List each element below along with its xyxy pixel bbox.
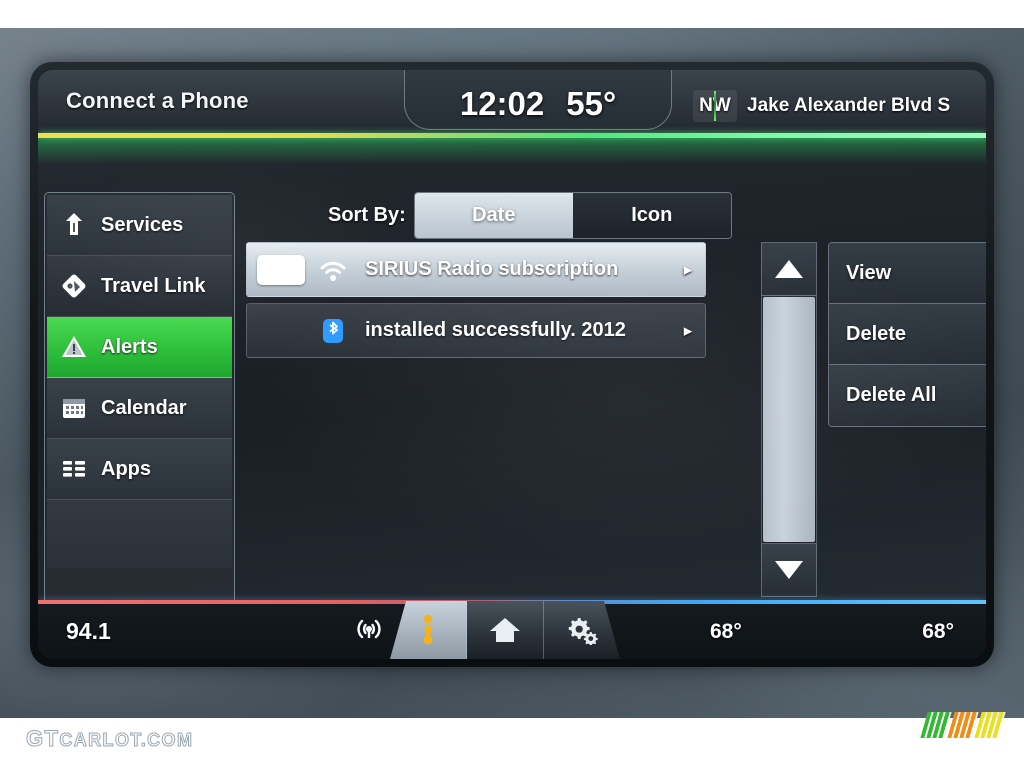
sort-option-icon[interactable]: Icon	[572, 193, 731, 238]
sidebar-item-alerts[interactable]: Alerts	[47, 317, 232, 378]
road-sign-icon	[59, 210, 89, 240]
delete-all-button[interactable]: Delete All	[829, 365, 986, 426]
delete-button[interactable]: Delete	[829, 304, 986, 365]
sidebar-item-label: Alerts	[101, 335, 158, 358]
sidebar-item-label: Apps	[101, 457, 151, 480]
temperature-passenger[interactable]: 68°	[922, 620, 954, 644]
clock-temperature-pod[interactable]: 12:02 55°	[404, 70, 672, 130]
infotainment-screen: Connect a Phone 12:02 55° NW Jake Alexan…	[38, 70, 986, 659]
temperature-driver[interactable]: 68°	[710, 620, 742, 644]
sort-segmented-control: Date Icon	[413, 192, 732, 239]
header-accent-glow	[38, 138, 986, 164]
sidebar-item-services[interactable]: Services	[47, 195, 232, 256]
scrollbar-track[interactable]	[761, 296, 817, 543]
navigation-street-chip[interactable]: NW Jake Alexander Blvd S	[693, 90, 950, 122]
sort-by-label: Sort By:	[328, 204, 406, 226]
header-bar: Connect a Phone 12:02 55° NW Jake Alexan…	[38, 70, 986, 133]
message-thumbnail	[257, 254, 305, 285]
chevron-right-icon: ▸	[683, 320, 693, 340]
sidebar-item-label: Travel Link	[101, 274, 206, 297]
triangle-down-icon	[775, 561, 803, 579]
display-bezel: Connect a Phone 12:02 55° NW Jake Alexan…	[30, 62, 994, 667]
sirius-signal-icon	[313, 257, 353, 283]
bluetooth-icon	[313, 318, 353, 344]
alert-row-bluetooth[interactable]: installed successfully. 2012 ▸	[246, 303, 706, 358]
sidebar-item-travel-link[interactable]: Travel Link	[47, 256, 232, 317]
sidebar-item-calendar[interactable]: Calendar	[47, 378, 232, 439]
radio-station-label[interactable]: 94.1	[66, 618, 111, 645]
street-name: Jake Alexander Blvd S	[747, 95, 951, 116]
alerts-list: SIRIUS Radio subscription ▸ installed su…	[246, 242, 706, 364]
action-button-group: View Delete Delete All	[828, 242, 986, 427]
satellite-radio-icon[interactable]	[353, 613, 385, 650]
screenshot-root: GTCARLOT.COM Connect a Phone 12:02 55° N…	[0, 0, 1024, 768]
sidebar-empty-slot	[47, 500, 232, 568]
scroll-down-button[interactable]	[761, 543, 817, 597]
page-title: Connect a Phone	[66, 88, 249, 113]
sidebar: Services Travel Link Alerts Calendar App…	[44, 192, 235, 632]
alert-row-sirius[interactable]: SIRIUS Radio subscription ▸	[246, 242, 706, 297]
tab-home[interactable]	[467, 601, 544, 659]
triangle-up-icon	[775, 260, 803, 278]
list-scrollbar[interactable]	[761, 242, 817, 597]
calendar-icon	[59, 393, 89, 423]
warning-triangle-icon	[59, 332, 89, 362]
view-button[interactable]: View	[829, 243, 986, 304]
watermark: GTCARLOT.COM	[25, 726, 194, 752]
top-white-band	[0, 0, 1024, 28]
info-icon	[423, 614, 433, 645]
sidebar-item-apps[interactable]: Apps	[47, 439, 232, 500]
alert-text: installed successfully. 2012	[365, 319, 626, 341]
home-icon	[490, 618, 520, 642]
decorative-stripes	[920, 712, 1010, 738]
gears-icon	[568, 618, 598, 645]
chevron-right-icon: ▸	[683, 259, 693, 279]
outside-temperature: 55°	[566, 85, 617, 122]
scrollbar-thumb[interactable]	[763, 297, 815, 542]
sort-option-date[interactable]: Date	[414, 193, 573, 238]
clock-time: 12:02	[459, 85, 545, 122]
apps-grid-icon	[59, 454, 89, 484]
sort-by-row: Sort By: Date Icon	[328, 192, 732, 239]
scroll-up-button[interactable]	[761, 242, 817, 296]
compass-icon: NW	[693, 90, 737, 122]
sidebar-item-label: Calendar	[101, 396, 187, 419]
watermark-prefix: GT	[25, 726, 60, 752]
diamond-map-icon	[59, 271, 89, 301]
alert-text: SIRIUS Radio subscription	[365, 258, 619, 280]
sidebar-item-label: Services	[101, 213, 184, 236]
footer-tab-pod	[390, 601, 620, 659]
watermark-suffix: CARLOT.COM	[59, 730, 194, 751]
